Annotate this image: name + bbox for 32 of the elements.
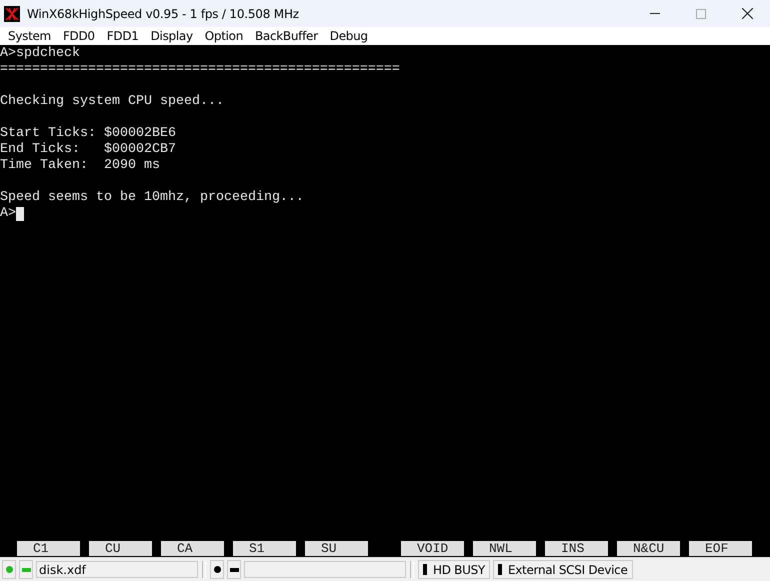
status-label: External SCSI Device bbox=[508, 562, 628, 576]
terminal-line: A>spdcheck bbox=[0, 46, 80, 62]
function-key-label: NWL bbox=[473, 541, 536, 556]
menu-item[interactable]: FDD0 bbox=[56, 29, 101, 43]
maximize-icon[interactable] bbox=[696, 8, 706, 18]
terminal-line: Checking system CPU speed... bbox=[0, 94, 224, 110]
terminal-line: A> bbox=[0, 206, 16, 222]
terminal-line: Time Taken: 2090 ms bbox=[0, 158, 160, 174]
terminal-line: ================================================== bbox=[0, 62, 400, 78]
menu-item[interactable]: Debug bbox=[324, 29, 374, 43]
close-icon[interactable] bbox=[742, 8, 752, 19]
function-key-label: CU bbox=[89, 541, 152, 556]
function-key-label: S1 bbox=[233, 541, 296, 556]
function-key-label: SU bbox=[305, 541, 368, 556]
function-key-label: INS bbox=[545, 541, 608, 556]
function-key-label: VOID bbox=[401, 541, 464, 556]
menu-item[interactable]: System bbox=[2, 29, 57, 43]
app-logo-icon bbox=[4, 6, 20, 22]
menu-item[interactable]: BackBuffer bbox=[249, 29, 324, 43]
terminal-line: Start Ticks: $00002BE6 bbox=[0, 126, 176, 142]
function-key-label: EOF bbox=[689, 541, 752, 556]
terminal-line: Speed seems to be 10mhz, proceeding... bbox=[0, 190, 304, 206]
terminal-line: End Ticks: $00002CB7 bbox=[0, 142, 176, 158]
menu-item[interactable]: Option bbox=[198, 29, 249, 43]
menu-item[interactable]: Display bbox=[144, 29, 199, 43]
menu-item[interactable]: FDD1 bbox=[100, 29, 145, 43]
function-key-label: N&CU bbox=[617, 541, 680, 556]
status-label: HD BUSY bbox=[433, 562, 485, 576]
disk-file-name: disk.xdf bbox=[39, 562, 86, 576]
window-title: WinX68kHighSpeed v0.95 - 1 fps / 10.508 MHz bbox=[27, 6, 299, 20]
function-key-label: C1 bbox=[17, 541, 80, 556]
function-key-label: CA bbox=[161, 541, 224, 556]
